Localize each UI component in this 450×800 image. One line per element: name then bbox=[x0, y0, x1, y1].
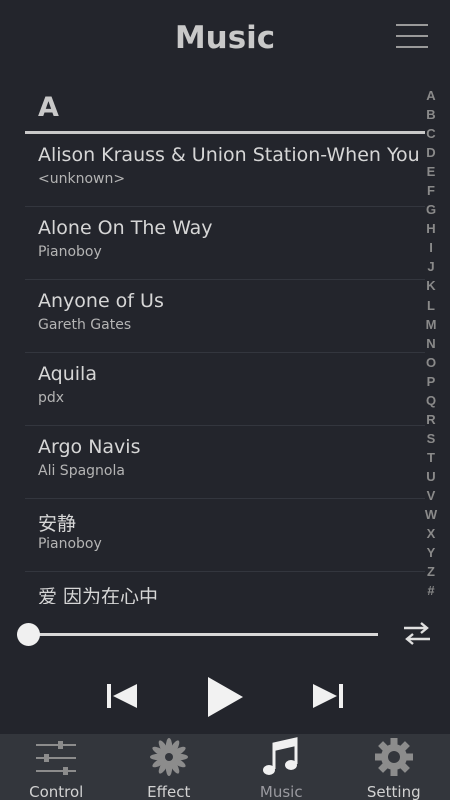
gear-icon bbox=[374, 737, 414, 782]
index-letter[interactable]: E bbox=[422, 162, 440, 181]
song-row[interactable]: Argo Navis Ali Spagnola bbox=[25, 426, 425, 499]
song-list[interactable]: Alison Krauss & Union Station-When You <… bbox=[25, 134, 425, 604]
song-title: Argo Navis bbox=[38, 436, 141, 458]
index-letter[interactable]: N bbox=[422, 334, 440, 353]
index-letter[interactable]: V bbox=[422, 486, 440, 505]
song-title: Anyone of Us bbox=[38, 290, 164, 312]
index-letter[interactable]: I bbox=[422, 238, 440, 257]
index-letter[interactable]: C bbox=[422, 124, 440, 143]
previous-icon[interactable] bbox=[105, 682, 139, 715]
tab-bar: Control Effect Music Setting bbox=[0, 734, 450, 800]
tab-control[interactable]: Control bbox=[0, 734, 113, 800]
tab-label: Effect bbox=[147, 783, 191, 800]
index-letter[interactable]: B bbox=[422, 105, 440, 124]
song-title: Aquila bbox=[38, 363, 97, 385]
tab-effect[interactable]: Effect bbox=[113, 734, 226, 800]
section-letter: A bbox=[38, 92, 59, 123]
alphabet-index[interactable]: A B C D E F G H I J K L M N O P Q R S T U V W X Y Z # bbox=[422, 86, 440, 600]
song-artist: Pianoboy bbox=[38, 244, 102, 260]
song-row[interactable]: Alone On The Way Pianoboy bbox=[25, 207, 425, 280]
index-letter[interactable]: P bbox=[422, 372, 440, 391]
index-letter[interactable]: S bbox=[422, 429, 440, 448]
header: Music bbox=[0, 0, 450, 78]
index-letter[interactable]: J bbox=[422, 257, 440, 276]
song-row[interactable]: Alison Krauss & Union Station-When You <… bbox=[25, 134, 425, 207]
song-artist: pdx bbox=[38, 390, 65, 406]
index-letter[interactable]: T bbox=[422, 448, 440, 467]
progress-thumb[interactable] bbox=[17, 623, 40, 646]
index-letter[interactable]: L bbox=[422, 296, 440, 315]
index-letter[interactable]: O bbox=[422, 353, 440, 372]
index-letter[interactable]: Q bbox=[422, 391, 440, 410]
index-letter[interactable]: W bbox=[422, 505, 440, 524]
index-letter[interactable]: H bbox=[422, 219, 440, 238]
music-note-icon bbox=[261, 736, 301, 783]
index-letter[interactable]: F bbox=[422, 181, 440, 200]
index-letter[interactable]: D bbox=[422, 143, 440, 162]
hamburger-menu-icon[interactable] bbox=[396, 22, 428, 50]
song-title: 爱 因为在心中 bbox=[38, 586, 159, 604]
index-letter[interactable]: # bbox=[422, 581, 440, 600]
progress-track[interactable] bbox=[28, 633, 378, 636]
song-row[interactable]: 爱 因为在心中 bbox=[25, 572, 425, 604]
song-title: Alone On The Way bbox=[38, 217, 213, 239]
tab-label: Control bbox=[29, 783, 84, 800]
tab-setting[interactable]: Setting bbox=[338, 734, 450, 800]
index-letter[interactable]: X bbox=[422, 524, 440, 543]
song-title: Alison Krauss & Union Station-When You bbox=[38, 144, 420, 166]
next-icon[interactable] bbox=[311, 682, 345, 715]
song-row[interactable]: Aquila pdx bbox=[25, 353, 425, 426]
tab-label: Setting bbox=[366, 783, 421, 800]
song-title: 安静 bbox=[38, 513, 77, 535]
tab-music[interactable]: Music bbox=[225, 734, 338, 800]
song-artist: Pianoboy bbox=[38, 536, 102, 552]
index-letter[interactable]: K bbox=[422, 276, 440, 295]
index-letter[interactable]: U bbox=[422, 467, 440, 486]
page-title: Music bbox=[174, 20, 276, 56]
tab-label: Music bbox=[259, 783, 303, 800]
song-artist: Ali Spagnola bbox=[38, 463, 125, 479]
play-icon[interactable] bbox=[205, 675, 245, 724]
repeat-icon[interactable] bbox=[402, 620, 432, 646]
index-letter[interactable]: M bbox=[422, 315, 440, 334]
playback-controls bbox=[0, 672, 450, 722]
index-letter[interactable]: G bbox=[422, 200, 440, 219]
flower-icon bbox=[149, 737, 189, 782]
index-letter[interactable]: R bbox=[422, 410, 440, 429]
sliders-icon bbox=[34, 738, 78, 783]
song-row[interactable]: Anyone of Us Gareth Gates bbox=[25, 280, 425, 353]
index-letter[interactable]: Z bbox=[422, 562, 440, 581]
song-artist: Gareth Gates bbox=[38, 317, 132, 333]
song-artist: <unknown> bbox=[38, 171, 126, 187]
song-row[interactable]: 安静 Pianoboy bbox=[25, 499, 425, 572]
index-letter[interactable]: Y bbox=[422, 543, 440, 562]
index-letter[interactable]: A bbox=[422, 86, 440, 105]
